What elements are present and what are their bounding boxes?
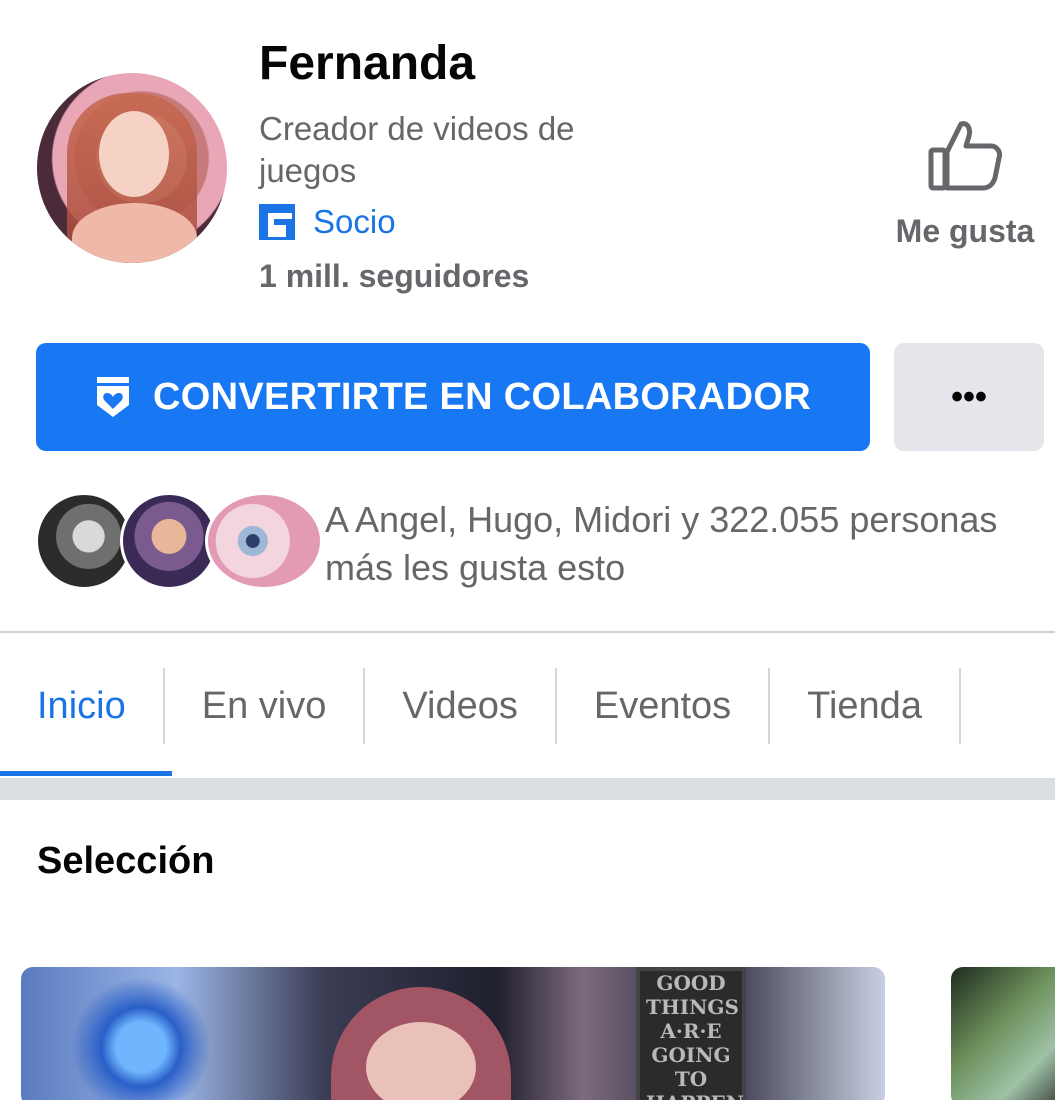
friend-avatar [205,492,323,590]
become-supporter-button[interactable]: CONVERTIRTE EN COLABORADOR [36,343,870,451]
more-options-button[interactable]: ••• [894,343,1044,451]
gaming-partner-icon [259,204,295,240]
profile-avatar[interactable] [37,73,227,263]
active-tab-indicator [0,771,172,776]
tab-en-vivo[interactable]: En vivo [165,668,366,744]
friend-avatar [120,492,218,590]
section-separator [0,778,1055,800]
partner-badge[interactable]: Socio [259,203,396,241]
video-thumbnail-tree [71,977,211,1100]
tab-videos[interactable]: Videos [365,668,557,744]
friends-like-summary[interactable]: A Angel, Hugo, Midori y 322.055 personas… [325,496,1025,592]
like-label: Me gusta [895,213,1035,249]
followers-count[interactable]: 1 mill. seguidores [259,258,529,295]
friend-avatar [35,492,133,590]
page-title: Fernanda [259,37,476,90]
section-title: Selección [37,840,215,882]
like-button[interactable]: Me gusta [880,116,1050,250]
page-category: Creador de videos de juegos [259,110,575,189]
divider [0,631,1055,633]
featured-video-card[interactable]: GOOD THINGS A·R·E GOING TO HAPPEN [21,967,885,1100]
tab-tienda[interactable]: Tienda [770,668,961,744]
become-supporter-label: CONVERTIRTE EN COLABORADOR [152,375,812,418]
thumbs-up-icon [928,121,1002,191]
friend-avatars[interactable] [35,492,323,590]
tab-eventos[interactable]: Eventos [557,668,771,744]
avatar-face [99,111,169,197]
partner-label: Socio [313,203,396,240]
poster-text: GOOD THINGS A·R·E GOING TO HAPPEN [646,971,744,1100]
tab-inicio[interactable]: Inicio [0,668,165,744]
featured-video-card[interactable] [951,967,1055,1100]
page-tabs: Inicio En vivo Videos Eventos Tienda [0,668,1055,776]
shield-heart-icon [96,377,129,417]
